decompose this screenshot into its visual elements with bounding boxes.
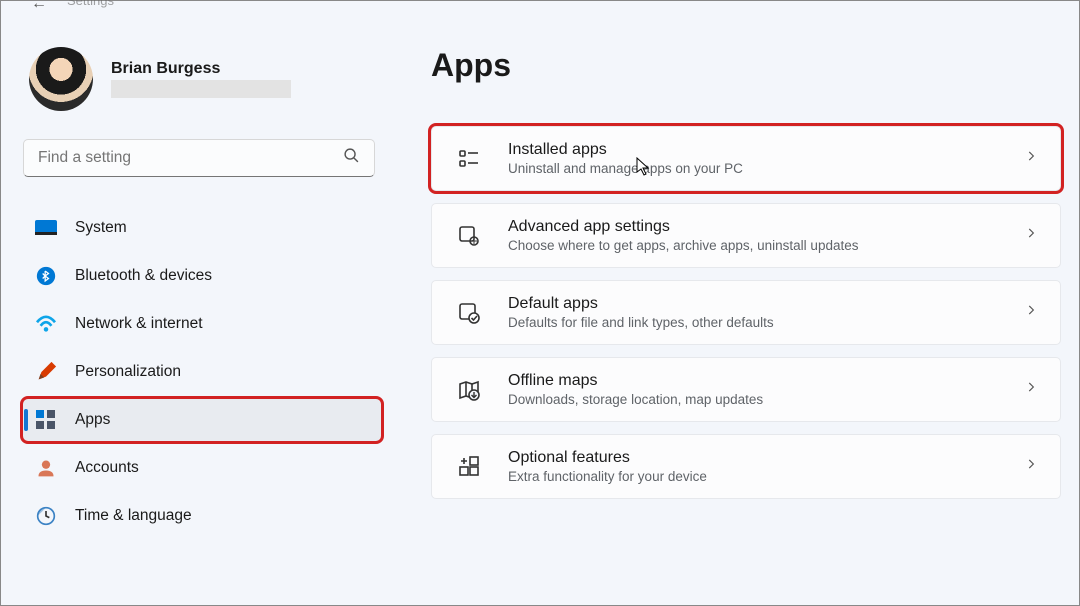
sidebar-item-personalization[interactable]: Personalization xyxy=(23,351,381,393)
default-apps-icon xyxy=(456,300,482,326)
card-sub: Extra functionality for your device xyxy=(508,469,998,484)
chevron-right-icon xyxy=(1024,457,1038,476)
search-icon xyxy=(343,147,360,169)
avatar xyxy=(29,47,93,111)
sidebar-item-label: Personalization xyxy=(75,363,181,381)
sidebar-item-network[interactable]: Network & internet xyxy=(23,303,381,345)
chevron-right-icon xyxy=(1024,149,1038,168)
card-title: Advanced app settings xyxy=(508,218,998,236)
optional-features-icon xyxy=(456,454,482,480)
sidebar-item-time[interactable]: Time & language xyxy=(23,495,381,537)
card-title: Optional features xyxy=(508,449,998,467)
card-optional-features[interactable]: Optional features Extra functionality fo… xyxy=(431,434,1061,499)
card-title: Offline maps xyxy=(508,372,998,390)
settings-cards: Installed apps Uninstall and manage apps… xyxy=(431,126,1061,499)
sidebar-item-accounts[interactable]: Accounts xyxy=(23,447,381,489)
card-sub: Defaults for file and link types, other … xyxy=(508,315,998,330)
sidebar-item-label: System xyxy=(75,219,127,237)
card-title: Installed apps xyxy=(508,141,998,159)
search-input[interactable] xyxy=(38,149,343,167)
offline-maps-icon xyxy=(456,377,482,403)
apps-icon xyxy=(35,409,57,431)
sidebar-item-bluetooth[interactable]: Bluetooth & devices xyxy=(23,255,381,297)
time-icon xyxy=(35,505,57,527)
accounts-icon xyxy=(35,457,57,479)
installed-apps-icon xyxy=(456,146,482,172)
card-advanced-app-settings[interactable]: Advanced app settings Choose where to ge… xyxy=(431,203,1061,268)
network-icon xyxy=(35,313,57,335)
card-sub: Downloads, storage location, map updates xyxy=(508,392,998,407)
card-default-apps[interactable]: Default apps Defaults for file and link … xyxy=(431,280,1061,345)
chevron-right-icon xyxy=(1024,380,1038,399)
sidebar-item-system[interactable]: System xyxy=(23,207,381,249)
sidebar-item-label: Accounts xyxy=(75,459,139,477)
advanced-app-icon xyxy=(456,223,482,249)
sidebar-item-apps[interactable]: Apps xyxy=(23,399,381,441)
profile-email-placeholder xyxy=(111,80,291,98)
system-icon xyxy=(35,217,57,239)
page-title: Apps xyxy=(431,47,1061,84)
chevron-right-icon xyxy=(1024,303,1038,322)
sidebar: Brian Burgess System Bluetooth & dev xyxy=(1,7,391,605)
personalization-icon xyxy=(35,361,57,383)
card-offline-maps[interactable]: Offline maps Downloads, storage location… xyxy=(431,357,1061,422)
sidebar-item-label: Apps xyxy=(75,411,110,429)
sidebar-item-label: Network & internet xyxy=(75,315,203,333)
card-installed-apps[interactable]: Installed apps Uninstall and manage apps… xyxy=(431,126,1061,191)
breadcrumb: Settings xyxy=(67,0,114,8)
card-sub: Choose where to get apps, archive apps, … xyxy=(508,238,998,253)
sidebar-item-label: Time & language xyxy=(75,507,192,525)
sidebar-item-label: Bluetooth & devices xyxy=(75,267,212,285)
chevron-right-icon xyxy=(1024,226,1038,245)
card-sub: Uninstall and manage apps on your PC xyxy=(508,161,998,176)
main-content: Apps Installed apps Uninstall and manage… xyxy=(391,7,1079,605)
profile-name: Brian Burgess xyxy=(111,60,291,78)
profile-block[interactable]: Brian Burgess xyxy=(23,47,381,111)
search-input-wrapper[interactable] xyxy=(23,139,375,177)
card-title: Default apps xyxy=(508,295,998,313)
sidebar-nav: System Bluetooth & devices Network & int… xyxy=(23,207,381,537)
bluetooth-icon xyxy=(35,265,57,287)
